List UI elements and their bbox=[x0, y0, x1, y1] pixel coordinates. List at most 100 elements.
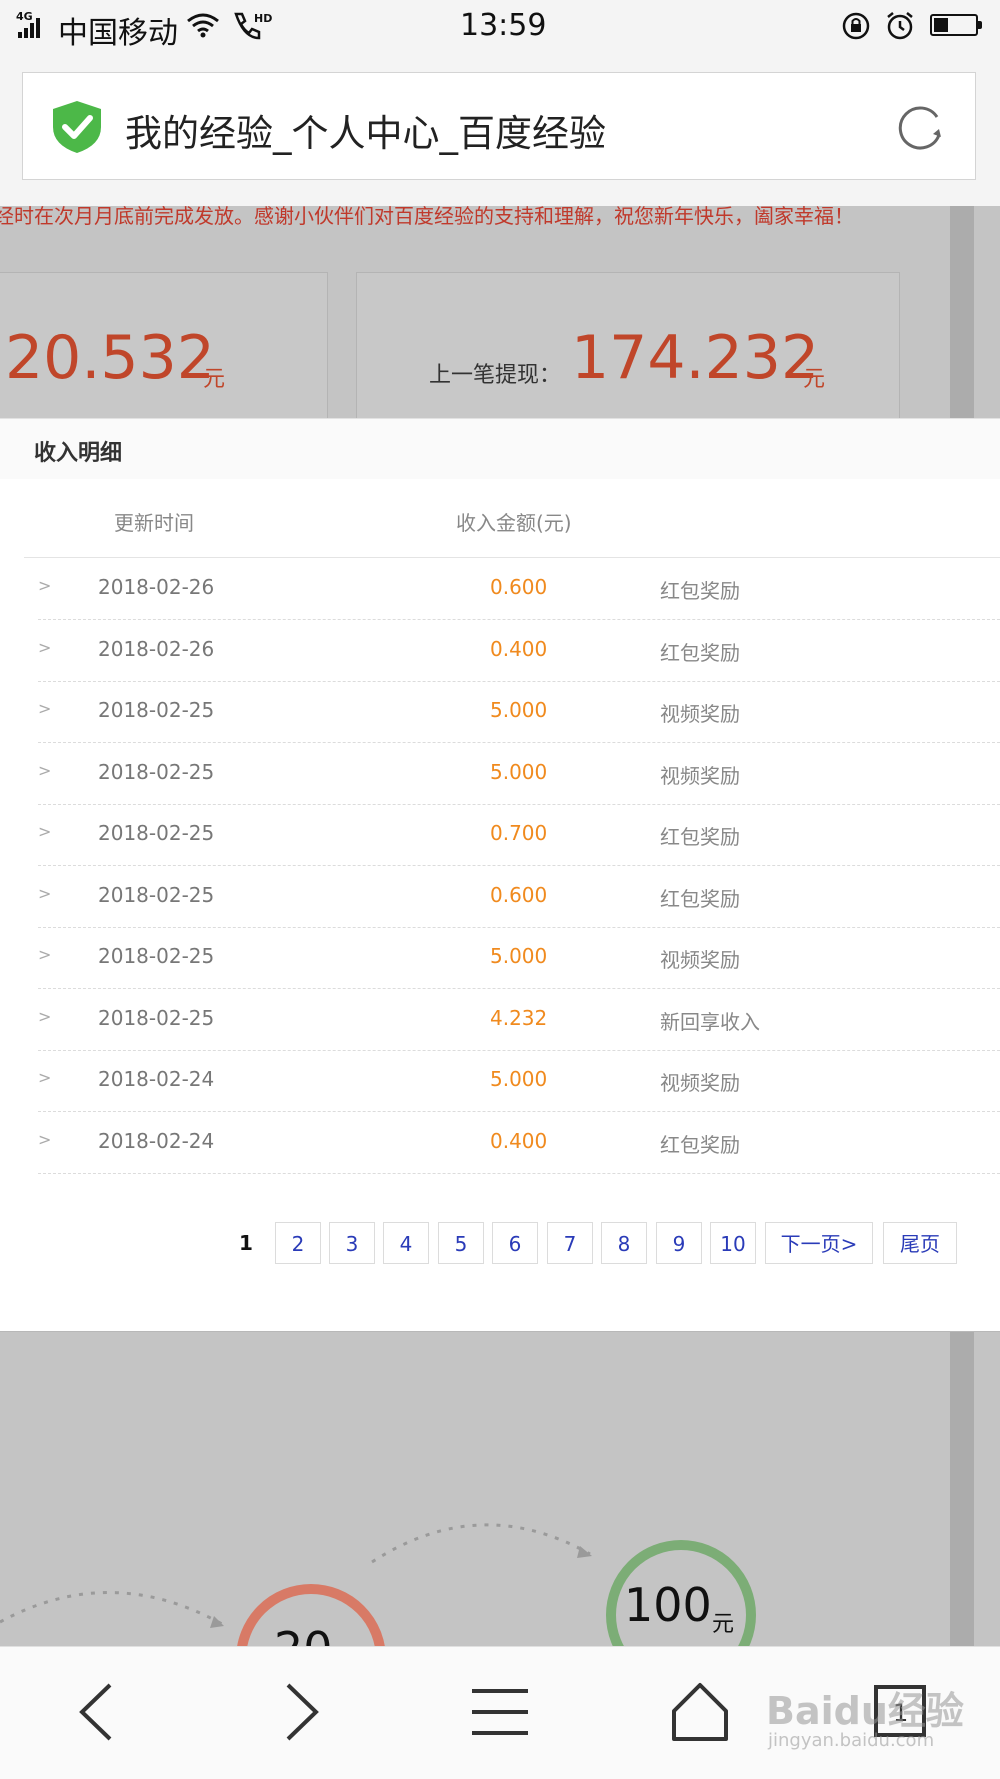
page-link-6[interactable]: 6 bbox=[492, 1222, 538, 1264]
income-detail-title: 收入明细 bbox=[34, 441, 123, 466]
notice-text: 经时在次月月底前完成发放。感谢小伙伴们对百度经验的支持和理解，祝您新年快乐，阖家… bbox=[0, 206, 854, 228]
row-amount: 0.600 bbox=[490, 575, 548, 599]
row-expand-arrow[interactable]: > bbox=[38, 884, 51, 903]
row-expand-arrow[interactable]: > bbox=[38, 1007, 51, 1026]
row-amount: 5.000 bbox=[490, 944, 548, 968]
row-type: 红包奖励 bbox=[660, 825, 740, 849]
menu-icon[interactable] bbox=[460, 1677, 540, 1747]
row-amount: 5.000 bbox=[490, 1067, 548, 1091]
carrier-name: 中国移动 bbox=[58, 16, 178, 51]
last-withdraw-label: 上一笔提现： bbox=[429, 363, 562, 388]
page-title: 我的经验_个人中心_百度经验 bbox=[125, 112, 606, 155]
table-row[interactable]: >2018-02-25 0.700 红包奖励 bbox=[38, 804, 1000, 866]
table-row[interactable]: >2018-02-24 0.400 红包奖励 bbox=[38, 1112, 1000, 1174]
row-type: 红包奖励 bbox=[660, 640, 740, 665]
last-withdraw-value: 174.232 bbox=[571, 323, 820, 393]
page-link-10[interactable]: 10 bbox=[710, 1222, 756, 1264]
address-bar[interactable]: 我的经验_个人中心_百度经验 bbox=[22, 72, 976, 180]
page-current: 1 bbox=[239, 1231, 253, 1255]
row-date: 2018-02-25 bbox=[98, 759, 215, 784]
status-bar: 4G 中国移动 HD 13:59 bbox=[0, 0, 1000, 52]
row-amount: 0.600 bbox=[490, 882, 548, 907]
row-type: 视频奖励 bbox=[660, 763, 740, 788]
row-date: 2018-02-25 bbox=[98, 1005, 215, 1030]
reward-progress-section: 20 100 元 bbox=[0, 1331, 1000, 1647]
row-date: 2018-02-25 bbox=[98, 882, 215, 907]
dashed-arc-left bbox=[0, 1591, 224, 1628]
balance-unit: 元 bbox=[203, 367, 226, 392]
last-withdraw-unit: 元 bbox=[803, 367, 826, 392]
page-link-7[interactable]: 7 bbox=[547, 1222, 593, 1264]
next-page-link[interactable]: 下一页> bbox=[765, 1222, 873, 1264]
table-row[interactable]: >2018-02-25 0.600 红包奖励 bbox=[38, 866, 1000, 928]
row-type: 新回享收入 bbox=[660, 1009, 760, 1034]
earnings-summary: 经时在次月月底前完成发放。感谢小伙伴们对百度经验的支持和理解，祝您新年快乐，阖家… bbox=[0, 206, 1000, 418]
row-date: 2018-02-24 bbox=[98, 1128, 215, 1153]
page-link-8[interactable]: 8 bbox=[601, 1222, 647, 1264]
table-row[interactable]: >2018-02-25 4.232 新回享收入 bbox=[38, 989, 1000, 1051]
row-type: 视频奖励 bbox=[660, 702, 740, 726]
balance-card: 20.532 元 bbox=[0, 272, 328, 418]
row-date: 2018-02-24 bbox=[98, 1067, 215, 1091]
row-expand-arrow[interactable]: > bbox=[38, 822, 51, 841]
page-link-3[interactable]: 3 bbox=[329, 1222, 375, 1264]
row-date: 2018-02-25 bbox=[98, 944, 215, 968]
rotation-lock-icon bbox=[842, 12, 870, 40]
column-header-time: 更新时间 bbox=[114, 511, 194, 535]
table-row[interactable]: >2018-02-25 5.000 视频奖励 bbox=[38, 681, 1000, 743]
row-expand-arrow[interactable]: > bbox=[38, 761, 51, 780]
row-expand-arrow[interactable]: > bbox=[38, 699, 51, 718]
row-date: 2018-02-26 bbox=[98, 575, 215, 599]
row-expand-arrow[interactable]: > bbox=[38, 576, 51, 595]
table-row[interactable]: >2018-02-25 5.000 视频奖励 bbox=[38, 927, 1000, 989]
row-expand-arrow[interactable]: > bbox=[38, 638, 51, 657]
row-amount: 0.400 bbox=[490, 1128, 548, 1153]
table-row[interactable]: >2018-02-26 0.600 红包奖励 bbox=[38, 558, 1000, 620]
reward-ring-20-value: 20 bbox=[274, 1622, 333, 1647]
row-date: 2018-02-26 bbox=[98, 636, 215, 661]
home-icon[interactable] bbox=[660, 1677, 740, 1747]
row-type: 视频奖励 bbox=[660, 948, 740, 972]
table-row[interactable]: >2018-02-26 0.400 红包奖励 bbox=[38, 620, 1000, 682]
baidu-watermark: Baidu经验 bbox=[766, 1689, 964, 1733]
row-expand-arrow[interactable]: > bbox=[38, 945, 51, 964]
secure-shield-icon bbox=[53, 101, 101, 153]
column-header-amount: 收入金额(元) bbox=[456, 511, 572, 535]
network-type: 4G bbox=[16, 10, 33, 23]
scrollbar-lower[interactable] bbox=[950, 1332, 974, 1647]
row-amount: 4.232 bbox=[490, 1005, 548, 1030]
battery-icon bbox=[930, 14, 982, 36]
income-detail-header: 收入明细 bbox=[0, 418, 1000, 480]
table-header: 更新时间 收入金额(元) bbox=[24, 479, 1000, 558]
balance-value: 20.532 bbox=[5, 323, 215, 393]
dashed-arc-right bbox=[371, 1523, 592, 1564]
reward-ring-100-unit: 元 bbox=[712, 1612, 735, 1637]
page-link-4[interactable]: 4 bbox=[383, 1222, 429, 1264]
scrollbar[interactable] bbox=[950, 206, 974, 418]
row-amount: 0.400 bbox=[490, 636, 548, 661]
page-link-5[interactable]: 5 bbox=[438, 1222, 484, 1264]
last-page-link[interactable]: 尾页 bbox=[883, 1222, 957, 1264]
row-amount: 0.700 bbox=[490, 821, 548, 845]
row-expand-arrow[interactable]: > bbox=[38, 1130, 51, 1149]
pagination: 1 2 3 4 5 6 7 8 9 10 下一页> 尾页 bbox=[0, 1222, 1000, 1266]
hd-badge: HD bbox=[254, 12, 272, 25]
row-expand-arrow[interactable]: > bbox=[38, 1068, 51, 1087]
row-type: 红包奖励 bbox=[660, 1132, 740, 1157]
reward-ring-100-value: 100 bbox=[624, 1578, 712, 1632]
table-row[interactable]: >2018-02-25 5.000 视频奖励 bbox=[38, 743, 1000, 805]
income-table: 更新时间 收入金额(元) >2018-02-26 0.600 红包奖励 >2018-0… bbox=[0, 479, 1000, 1331]
page-link-2[interactable]: 2 bbox=[275, 1222, 321, 1264]
alarm-icon bbox=[887, 12, 913, 40]
row-amount: 5.000 bbox=[490, 759, 548, 784]
forward-icon[interactable] bbox=[260, 1677, 340, 1747]
clock-time: 13:59 bbox=[460, 8, 547, 43]
table-row[interactable]: >2018-02-24 5.000 视频奖励 bbox=[38, 1050, 1000, 1112]
row-amount: 5.000 bbox=[490, 698, 548, 722]
page-link-9[interactable]: 9 bbox=[656, 1222, 702, 1264]
last-withdraw-card: 上一笔提现： 174.232 元 bbox=[356, 272, 900, 418]
wifi-icon bbox=[187, 13, 219, 38]
signal-icon: 4G bbox=[16, 10, 46, 38]
refresh-icon[interactable] bbox=[893, 101, 947, 155]
back-icon[interactable] bbox=[58, 1677, 138, 1747]
